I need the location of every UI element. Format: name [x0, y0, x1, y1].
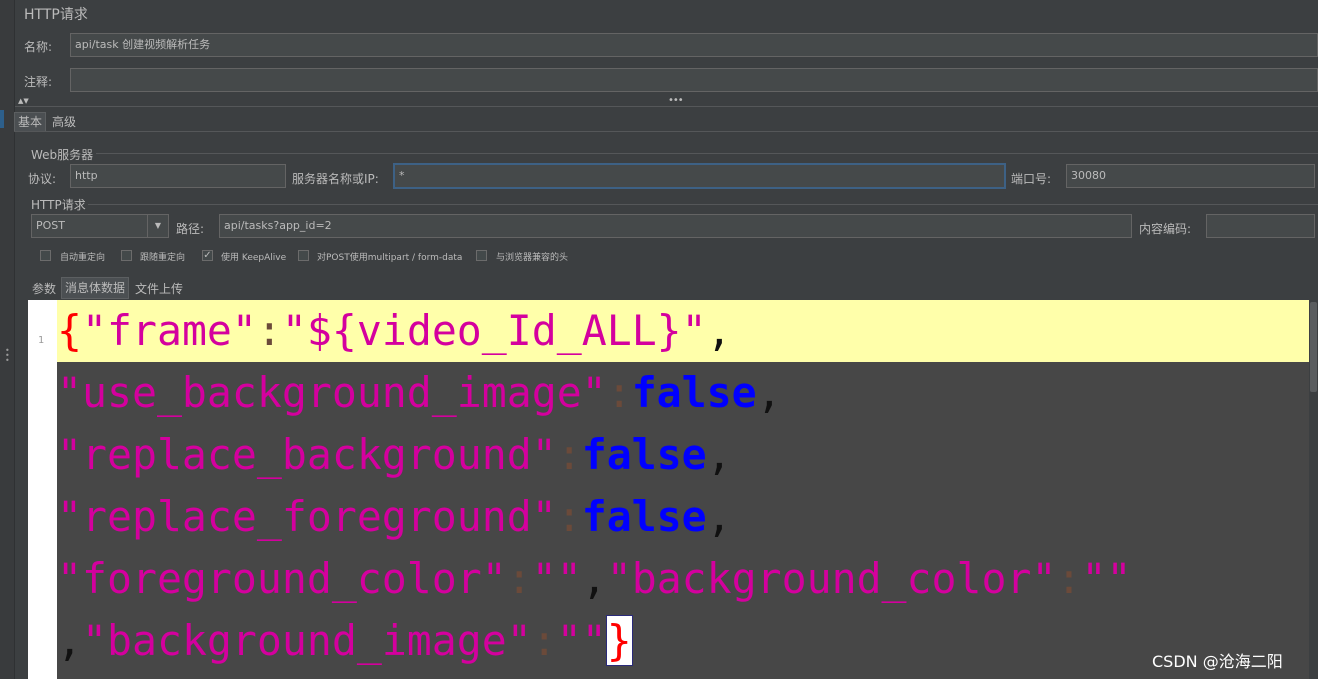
drag-handle-icon[interactable]: • • • — [5, 347, 10, 365]
port-label: 端口号: — [1011, 172, 1052, 186]
left-gutter-strip — [0, 0, 15, 679]
json-colon: : — [256, 306, 282, 355]
web-server-separator — [96, 153, 1318, 154]
check-icon: ✓ — [203, 250, 212, 261]
json-colon: : — [531, 616, 557, 665]
code-line-4: "replace_foreground":false, — [57, 486, 1309, 548]
close-brace: } — [605, 615, 633, 666]
json-value: "${video_Id_ALL}" — [281, 306, 707, 355]
code-line-6: ,"background_image":""} — [57, 610, 1309, 672]
json-comma: , — [57, 616, 82, 665]
editor-scrollbar-thumb[interactable] — [1310, 302, 1317, 392]
follow-redirect-label: 跟随重定向 — [140, 253, 186, 263]
path-label: 路径: — [176, 222, 205, 236]
json-colon: : — [1056, 554, 1082, 603]
server-label: 服务器名称或IP: — [292, 172, 379, 186]
json-value: false — [631, 368, 757, 417]
tab-underline — [14, 131, 1318, 132]
auto-redirect-label: 自动重定向 — [60, 253, 106, 263]
protocol-label: 协议: — [28, 172, 57, 186]
collapse-arrows-icon[interactable]: ▲▼ — [18, 97, 29, 105]
json-colon: : — [556, 430, 582, 479]
multipart-label: 对POST使用multipart / form-data — [317, 253, 463, 263]
tab-file-upload[interactable]: 文件上传 — [135, 280, 183, 297]
comment-field[interactable] — [70, 68, 1318, 92]
json-value: "" — [1081, 554, 1132, 603]
tab-basic[interactable]: 基本 — [14, 112, 47, 132]
comment-label: 注释: — [24, 75, 53, 89]
json-comma: , — [756, 368, 782, 417]
splitter-line — [14, 106, 1318, 107]
browser-headers-checkbox[interactable] — [476, 250, 487, 261]
code-line-2: "use_background_image":false, — [57, 362, 1309, 424]
json-value: false — [581, 492, 707, 541]
chevron-down-icon[interactable]: ▼ — [147, 215, 168, 237]
watermark: CSDN @沧海二阳 — [1152, 652, 1283, 671]
json-key: "replace_foreground" — [57, 492, 557, 541]
http-request-separator — [88, 204, 1318, 205]
code-line-5: "foreground_color":"","background_color"… — [57, 548, 1309, 610]
web-server-section-label: Web服务器 — [31, 148, 94, 162]
panel-title: HTTP请求 — [24, 7, 88, 23]
json-key: "replace_background" — [57, 430, 557, 479]
http-request-section-label: HTTP请求 — [31, 198, 86, 212]
json-comma: , — [706, 492, 732, 541]
line-number-gutter: 1 — [28, 300, 57, 679]
json-colon: : — [606, 368, 632, 417]
tab-advanced[interactable]: 高级 — [52, 113, 76, 131]
encoding-field[interactable] — [1206, 214, 1315, 238]
tab-parameters[interactable]: 参数 — [32, 280, 56, 297]
tab-body-data[interactable]: 消息体数据 — [61, 277, 130, 299]
multipart-checkbox[interactable] — [298, 250, 309, 261]
keepalive-checkbox[interactable]: ✓ — [202, 250, 213, 261]
encoding-label: 内容编码: — [1139, 222, 1192, 236]
splitter-handle[interactable]: ••• — [668, 95, 684, 106]
code-line-1: {"frame":"${video_Id_ALL}", — [57, 300, 1309, 362]
follow-redirect-checkbox[interactable] — [121, 250, 132, 261]
code-line-3: "replace_background":false, — [57, 424, 1309, 486]
json-key: "background_color" — [606, 554, 1057, 603]
json-key: "use_background_image" — [57, 368, 607, 417]
json-key: "frame" — [82, 306, 257, 355]
json-comma: , — [706, 306, 732, 355]
name-label: 名称: — [24, 40, 53, 54]
line-number: 1 — [38, 335, 45, 346]
keepalive-label: 使用 KeepAlive — [221, 253, 287, 263]
json-colon: : — [556, 492, 582, 541]
json-key: "foreground_color" — [57, 554, 507, 603]
port-field[interactable]: 30080 — [1066, 164, 1315, 188]
protocol-field[interactable]: http — [70, 164, 286, 188]
open-brace: { — [57, 306, 82, 355]
json-value: "" — [556, 616, 607, 665]
method-value: POST — [36, 219, 65, 232]
method-select[interactable]: POST ▼ — [31, 214, 169, 238]
browser-headers-label: 与浏览器兼容的头 — [496, 253, 569, 263]
body-data-editor[interactable]: 1 {"frame":"${video_Id_ALL}", "use_backg… — [28, 300, 1309, 679]
json-colon: : — [506, 554, 532, 603]
json-key: "background_image" — [82, 616, 532, 665]
server-field[interactable]: * — [394, 164, 1005, 188]
json-comma: , — [706, 430, 732, 479]
path-field[interactable]: api/tasks?app_id=2 — [219, 214, 1132, 238]
name-field[interactable]: api/task 创建视频解析任务 — [70, 33, 1318, 57]
auto-redirect-checkbox[interactable] — [40, 250, 51, 261]
json-value: "" — [531, 554, 582, 603]
json-comma: , — [581, 554, 607, 603]
left-edge-accent — [0, 110, 4, 128]
json-value: false — [581, 430, 707, 479]
